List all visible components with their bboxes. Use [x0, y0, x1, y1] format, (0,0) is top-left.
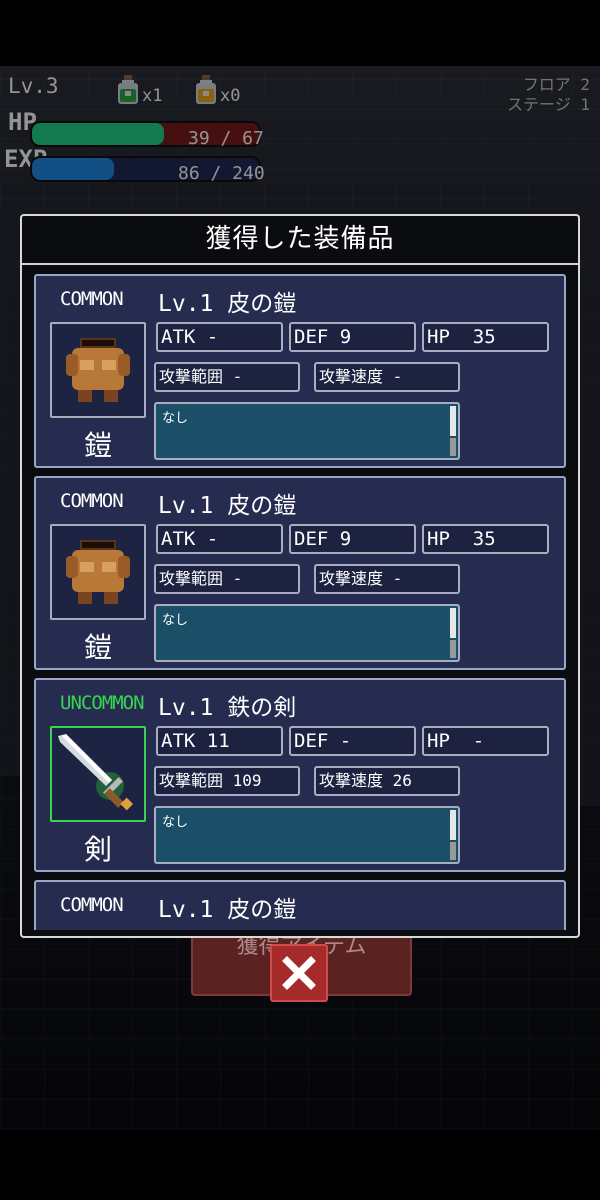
- leather-armor-icon: [66, 338, 130, 402]
- equipment-card[interactable]: COMMON Lv.1 皮の鎧 鎧 ATK - DEF 9 HP 35 攻撃範囲…: [34, 274, 566, 468]
- attack-speed-stat: 攻撃速度 -: [314, 564, 460, 594]
- hp-stat: HP 35: [422, 524, 549, 554]
- iron-sword-icon: [58, 734, 134, 811]
- attack-range-stat: 攻撃範囲 109: [154, 766, 300, 796]
- rarity-label: COMMON: [60, 288, 124, 310]
- atk-stat: ATK -: [156, 322, 283, 352]
- item-icon-frame: [50, 726, 146, 822]
- close-button[interactable]: [270, 944, 328, 1002]
- description-scrollbar[interactable]: [450, 406, 456, 436]
- close-icon: [282, 956, 316, 990]
- item-name: Lv.1 皮の鎧: [158, 291, 297, 317]
- item-description[interactable]: なし: [154, 806, 460, 864]
- item-type-label: 鎧: [83, 429, 112, 462]
- equipment-card[interactable]: COMMON Lv.1 皮の鎧: [34, 880, 566, 930]
- item-name: Lv.1 皮の鎧: [158, 493, 297, 519]
- item-type-label: 鎧: [83, 631, 112, 664]
- description-scrollbar-track: [450, 640, 456, 658]
- description-scrollbar-track: [450, 842, 456, 860]
- def-stat: DEF -: [289, 726, 416, 756]
- hp-stat: HP 35: [422, 322, 549, 352]
- description-text: なし: [162, 815, 189, 830]
- rarity-label: COMMON: [60, 894, 124, 916]
- item-description[interactable]: なし: [154, 402, 460, 460]
- item-icon-frame: [50, 322, 146, 418]
- attack-speed-stat: 攻撃速度 26: [314, 766, 460, 796]
- item-description[interactable]: なし: [154, 604, 460, 662]
- atk-stat: ATK -: [156, 524, 283, 554]
- hp-stat: HP -: [422, 726, 549, 756]
- equipment-result-panel: 獲得した装備品 COMMON Lv.1 皮の鎧 鎧 ATK - DEF 9 HP…: [20, 214, 580, 938]
- equipment-card[interactable]: UNCOMMON Lv.1 鉄の剣 剣 ATK 11 DEF - HP - 攻撃…: [34, 678, 566, 872]
- atk-stat: ATK 11: [156, 726, 283, 756]
- equipment-card[interactable]: COMMON Lv.1 皮の鎧 鎧 ATK - DEF 9 HP 35 攻撃範囲…: [34, 476, 566, 670]
- description-scrollbar[interactable]: [450, 608, 456, 638]
- description-scrollbar[interactable]: [450, 810, 456, 840]
- attack-speed-stat: 攻撃速度 -: [314, 362, 460, 392]
- attack-range-stat: 攻撃範囲 -: [154, 564, 300, 594]
- description-text: なし: [162, 411, 189, 426]
- description-text: なし: [162, 613, 189, 628]
- attack-range-stat: 攻撃範囲 -: [154, 362, 300, 392]
- item-name: Lv.1 鉄の剣: [158, 695, 297, 721]
- leather-armor-icon: [66, 540, 130, 604]
- equipment-list[interactable]: COMMON Lv.1 皮の鎧 鎧 ATK - DEF 9 HP 35 攻撃範囲…: [34, 274, 566, 930]
- def-stat: DEF 9: [289, 524, 416, 554]
- rarity-label: UNCOMMON: [60, 692, 145, 714]
- description-scrollbar-track: [450, 438, 456, 456]
- item-icon-frame: [50, 524, 146, 620]
- item-type-label: 剣: [83, 833, 112, 866]
- def-stat: DEF 9: [289, 322, 416, 352]
- rarity-label: COMMON: [60, 490, 124, 512]
- item-name: Lv.1 皮の鎧: [158, 897, 297, 923]
- panel-title: 獲得した装備品: [22, 216, 578, 265]
